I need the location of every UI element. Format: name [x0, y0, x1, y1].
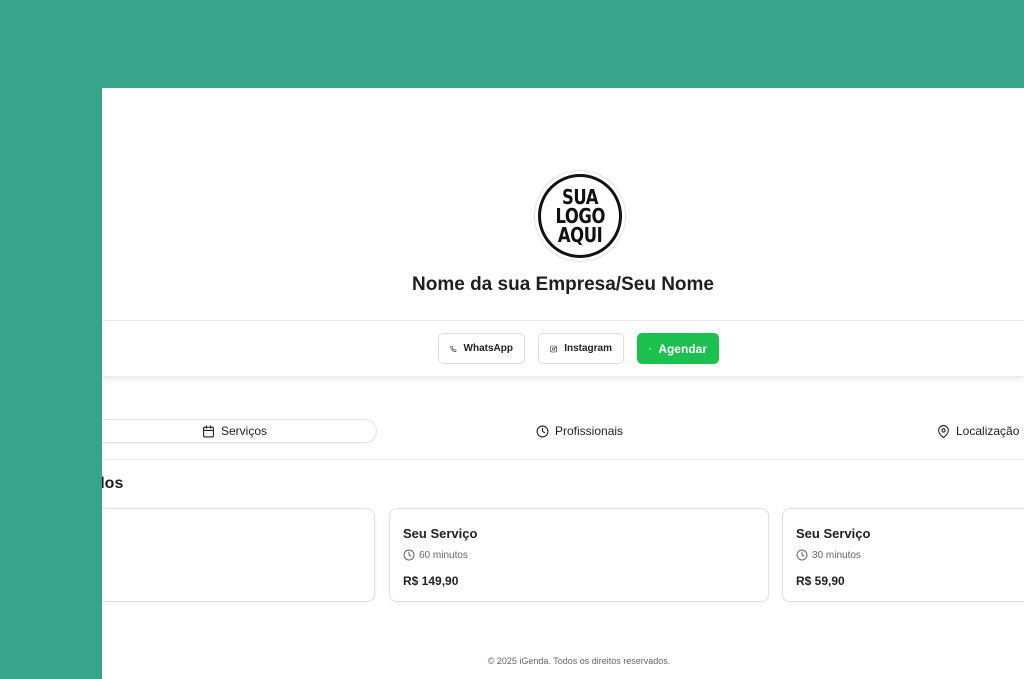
tab-label: Profissionais	[555, 424, 624, 438]
phone-icon	[450, 345, 457, 352]
calendar-icon	[649, 347, 652, 350]
logo-ring: SUA LOGO AQUI	[538, 174, 622, 258]
tab-label: Localização	[956, 424, 1020, 438]
logo-line-3: AQUI	[557, 222, 603, 247]
tab-profissionais[interactable]: Profissionais	[536, 419, 623, 443]
whatsapp-button[interactable]: WhatsApp	[438, 333, 525, 364]
footer-copyright: © 2025 iGenda. Todos os direitos reserva…	[487, 656, 671, 666]
booking-page-panel: SUA LOGO AQUI Nome da sua Empresa/Seu No…	[102, 88, 1024, 679]
schedule-label: Agendar	[658, 341, 707, 356]
service-title: Seu Serviço	[403, 526, 478, 541]
service-card[interactable]: Seu Serviço 30 minutos R$ 59,90	[782, 508, 1024, 602]
whatsapp-label: WhatsApp	[463, 343, 513, 354]
contact-actions: WhatsApp Instagram Agendar	[438, 333, 719, 364]
instagram-icon	[550, 345, 557, 352]
map-pin-icon	[938, 424, 949, 438]
clock-icon	[403, 549, 415, 561]
tab-servicos[interactable]: Serviços	[102, 419, 377, 443]
section-tabs: Serviços Profissionais Localização	[102, 419, 1024, 443]
business-name: Nome da sua Empresa/Seu Nome	[412, 274, 714, 295]
clock-icon	[536, 425, 549, 437]
duration-label: 30 minutos	[812, 549, 861, 561]
service-duration: 60 minutos	[403, 549, 468, 561]
service-price: R$ 59,90	[796, 574, 845, 588]
profile-header: SUA LOGO AQUI Nome da sua Empresa/Seu No…	[102, 88, 1024, 376]
service-price: R$ 149,90	[403, 574, 459, 588]
duration-label: 60 minutos	[419, 549, 468, 561]
tabs-divider	[102, 459, 1024, 460]
instagram-button[interactable]: Instagram	[538, 333, 624, 364]
calendar-icon	[203, 425, 214, 437]
instagram-label: Instagram	[564, 343, 612, 354]
tab-localizacao[interactable]: Localização	[937, 419, 1019, 443]
service-card[interactable]	[102, 508, 375, 602]
header-divider	[102, 320, 1024, 321]
schedule-button[interactable]: Agendar	[637, 333, 719, 364]
tab-label: Serviços	[220, 424, 267, 438]
clock-icon	[796, 549, 808, 561]
service-card[interactable]: Seu Serviço 60 minutos R$ 149,90	[389, 508, 769, 602]
service-title: Seu Serviço	[796, 526, 871, 541]
section-title: ados	[102, 475, 124, 492]
service-duration: 30 minutos	[796, 549, 861, 561]
company-logo: SUA LOGO AQUI	[534, 170, 626, 262]
